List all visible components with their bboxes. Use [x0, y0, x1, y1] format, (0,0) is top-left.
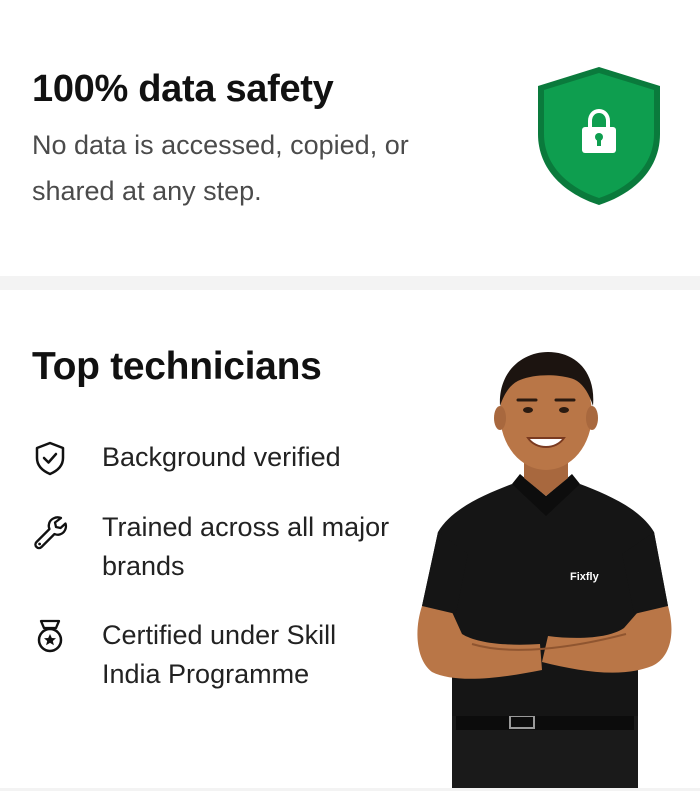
shield-lock-icon: [538, 67, 660, 205]
feature-label: Background verified: [102, 442, 341, 472]
top-technicians-card: Top technicians Background verified Trai…: [0, 290, 700, 788]
feature-label: Certified under Skill India Programme: [102, 620, 337, 689]
wrench-icon: [34, 516, 68, 550]
shield-check-icon: [35, 441, 65, 476]
feature-label: Trained across all major brands: [102, 512, 390, 581]
top-technicians-title: Top technicians: [32, 345, 322, 388]
data-safety-card: 100% data safety No data is accessed, co…: [0, 0, 700, 276]
medal-star-icon: [37, 619, 63, 653]
shirt-logo-text: Fixfly: [570, 571, 599, 583]
technician-photo: [417, 352, 672, 788]
data-safety-title: 100% data safety: [32, 68, 334, 110]
data-safety-description: No data is accessed, copied, or shared a…: [32, 130, 409, 206]
